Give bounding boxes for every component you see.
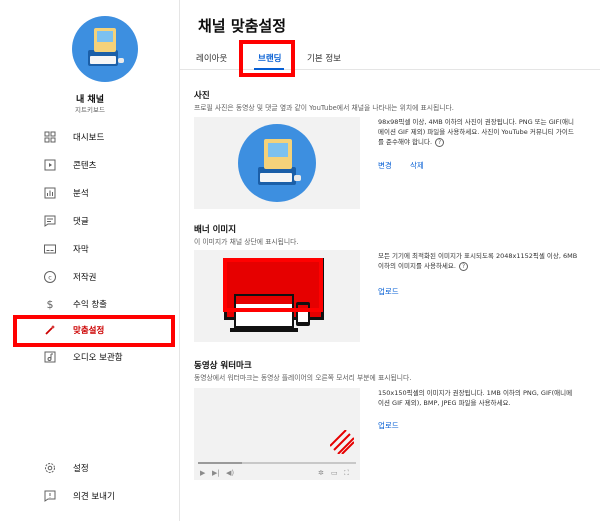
miniplayer-icon[interactable]: ▭ bbox=[331, 469, 338, 477]
highlight-annotation-banner bbox=[223, 258, 323, 312]
feedback-icon bbox=[44, 490, 56, 502]
profile-picture-preview bbox=[194, 117, 360, 209]
delete-picture-button[interactable]: 삭제 bbox=[410, 160, 424, 171]
audio-library-icon bbox=[44, 351, 56, 363]
dashboard-icon bbox=[44, 131, 56, 143]
sidebar-item-comments[interactable]: 댓글 bbox=[0, 211, 180, 231]
sidebar-item-label: 의견 보내기 bbox=[73, 492, 115, 502]
picture-section-title: 사진 bbox=[194, 91, 210, 101]
subtitles-icon bbox=[44, 244, 56, 254]
video-player-controls: ▶ ▶| ◀) ✲ ▭ ⛶ bbox=[194, 460, 360, 480]
tab-layout[interactable]: 레이아웃 bbox=[196, 52, 227, 64]
picture-hint: 98x98픽셀 이상, 4MB 이하의 사진이 권장됩니다. PNG 또는 GI… bbox=[378, 117, 578, 147]
sidebar-item-label: 수익 창출 bbox=[73, 300, 107, 310]
picture-section-desc: 프로필 사진은 동영상 및 댓글 옆과 같이 YouTube에서 채널을 나타내… bbox=[194, 104, 454, 112]
banner-hint: 모든 기기에 최적화된 이미지가 표시되도록 2048x1152픽셀 이상, 6… bbox=[378, 251, 578, 271]
sidebar-item-label: 대시보드 bbox=[73, 133, 105, 143]
page-title: 채널 맞춤설정 bbox=[198, 17, 287, 35]
computer-illustration-icon bbox=[88, 28, 124, 66]
copyright-icon: c bbox=[44, 271, 56, 283]
sidebar-item-copyright[interactable]: c 저작권 bbox=[0, 267, 180, 287]
watermark-position-marker bbox=[330, 430, 354, 454]
watermark-hint: 150x150픽셀의 이미지가 권장됩니다. 1MB 이하의 PNG, GIF(… bbox=[378, 389, 573, 407]
comments-icon bbox=[44, 215, 56, 227]
sidebar-item-feedback[interactable]: 의견 보내기 bbox=[0, 486, 180, 506]
sidebar: 내 채널 지트키보드 대시보드 콘텐츠 분석 댓글 자막 c 저작권 $ 수익 … bbox=[0, 0, 180, 521]
sidebar-item-analytics[interactable]: 분석 bbox=[0, 183, 180, 203]
highlight-annotation-tab bbox=[239, 40, 295, 77]
upload-watermark-button[interactable]: 업로드 bbox=[378, 420, 399, 431]
sidebar-item-monetization[interactable]: $ 수익 창출 bbox=[0, 294, 180, 314]
sidebar-item-audio-library[interactable]: 오디오 보관함 bbox=[0, 347, 180, 367]
watermark-section-title: 동영상 워터마크 bbox=[194, 361, 252, 371]
sidebar-item-content[interactable]: 콘텐츠 bbox=[0, 155, 180, 175]
sidebar-item-subtitles[interactable]: 자막 bbox=[0, 239, 180, 259]
channel-avatar[interactable] bbox=[72, 16, 138, 82]
sidebar-item-label: 오디오 보관함 bbox=[73, 353, 123, 363]
sidebar-item-label: 자막 bbox=[73, 245, 89, 255]
sidebar-item-label: 설정 bbox=[73, 464, 89, 474]
svg-text:c: c bbox=[48, 273, 52, 281]
skip-next-icon[interactable]: ▶| bbox=[212, 469, 220, 477]
banner-section-title: 배너 이미지 bbox=[194, 225, 237, 235]
sidebar-item-settings[interactable]: 설정 bbox=[0, 458, 180, 478]
svg-text:$: $ bbox=[47, 298, 54, 311]
play-icon[interactable]: ▶ bbox=[200, 469, 205, 477]
help-circle-icon[interactable]: ? bbox=[458, 262, 468, 271]
video-progress-fill bbox=[198, 462, 243, 464]
profile-picture-image bbox=[238, 124, 316, 202]
change-picture-button[interactable]: 변경 bbox=[378, 160, 392, 171]
picture-hint-text: 98x98픽셀 이상, 4MB 이하의 사진이 권장됩니다. PNG 또는 GI… bbox=[378, 118, 574, 146]
watermark-section-desc: 동영상에서 워터마크는 동영상 플레이어의 오른쪽 모서리 부분에 표시됩니다. bbox=[194, 374, 412, 382]
tab-basic-info[interactable]: 기본 정보 bbox=[307, 52, 341, 64]
sidebar-item-label: 분석 bbox=[73, 189, 89, 199]
content-icon bbox=[44, 159, 56, 171]
analytics-icon bbox=[44, 187, 56, 199]
upload-banner-button[interactable]: 업로드 bbox=[378, 286, 399, 297]
sidebar-item-label: 댓글 bbox=[73, 217, 89, 227]
monetization-icon: $ bbox=[47, 298, 54, 311]
sidebar-item-label: 콘텐츠 bbox=[73, 161, 97, 171]
volume-icon[interactable]: ◀) bbox=[226, 469, 234, 477]
watermark-video-preview: ▶ ▶| ◀) ✲ ▭ ⛶ bbox=[194, 388, 360, 480]
sidebar-item-label: 저작권 bbox=[73, 273, 97, 283]
highlight-annotation-sidebar bbox=[13, 315, 175, 347]
sidebar-item-dashboard[interactable]: 대시보드 bbox=[0, 127, 180, 147]
settings-gear-icon bbox=[45, 463, 55, 473]
help-circle-icon[interactable]: ? bbox=[435, 138, 445, 147]
settings-icon[interactable]: ✲ bbox=[318, 469, 324, 477]
fullscreen-icon[interactable]: ⛶ bbox=[344, 469, 349, 478]
banner-hint-text: 모든 기기에 최적화된 이미지가 표시되도록 2048x1152픽셀 이상, 6… bbox=[378, 252, 578, 270]
video-progress-bar[interactable] bbox=[198, 462, 356, 464]
banner-section-desc: 이 이미지가 채널 상단에 표시됩니다. bbox=[194, 238, 299, 246]
channel-handle: 지트키보드 bbox=[75, 106, 105, 114]
